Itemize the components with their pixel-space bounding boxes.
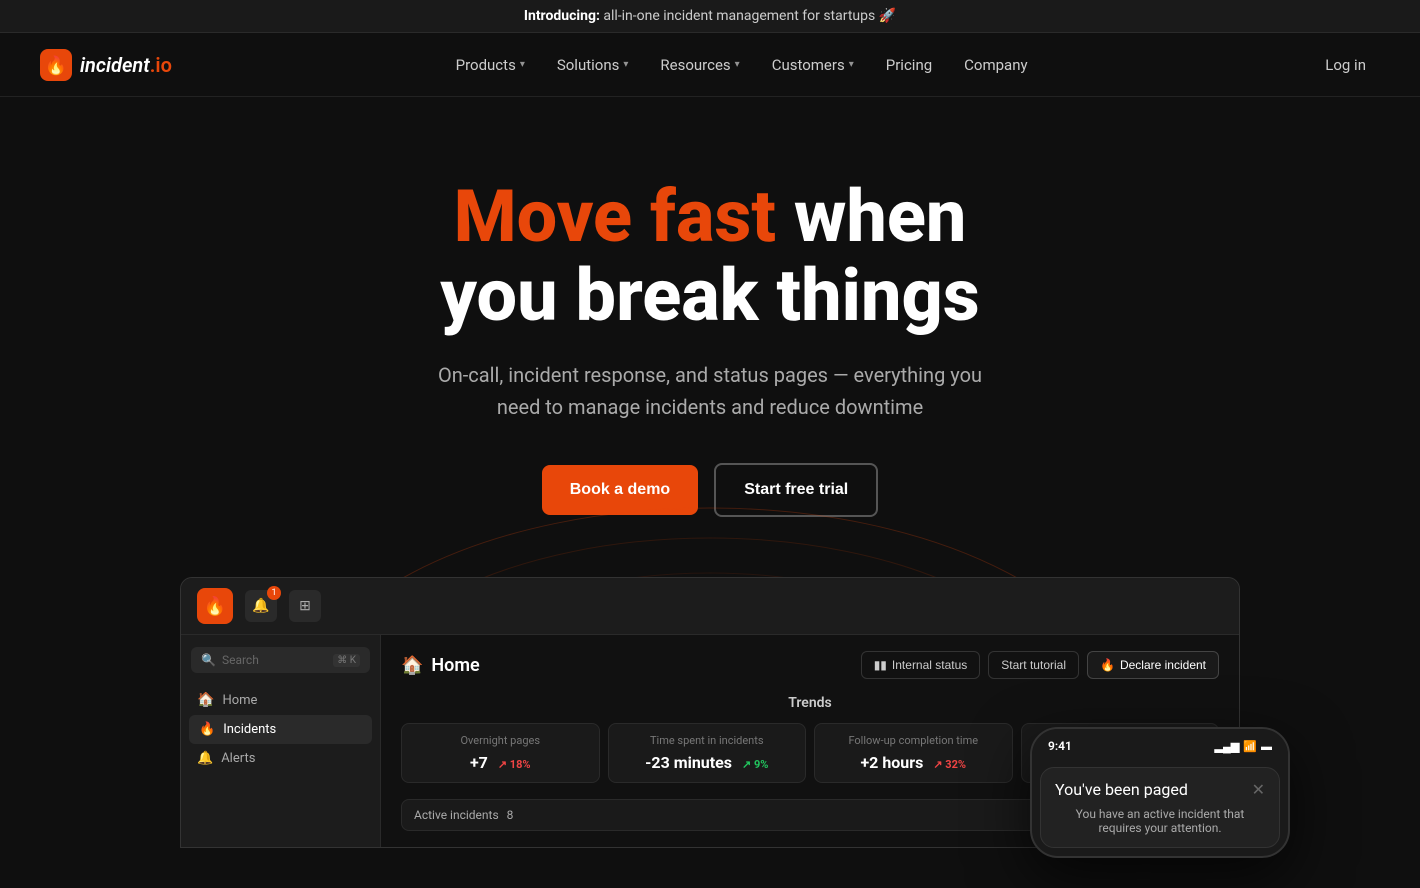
nav-item-resources[interactable]: Resources ▾	[646, 48, 753, 82]
banner-prefix: Introducing:	[524, 8, 600, 24]
nav-item-customers[interactable]: Customers ▾	[758, 48, 868, 82]
svg-text:🔥: 🔥	[45, 54, 67, 76]
phone-status-icons: ▂▄▆ 📶 ▬	[1215, 740, 1272, 753]
bell-icon: 🔔	[197, 751, 213, 766]
nav-item-company[interactable]: Company	[950, 48, 1041, 82]
search-shortcut: ⌘ K	[333, 654, 360, 667]
phone-notification: You've been paged ✕ You have an active i…	[1040, 767, 1280, 848]
phone-status-bar: 9:41 ▂▄▆ 📶 ▬	[1032, 729, 1288, 759]
phone-notif-close-button[interactable]: ✕	[1252, 780, 1265, 799]
hero-title: Move fast whenyou break things	[20, 177, 1400, 335]
dash-notification-button[interactable]: 🔔 1	[245, 590, 277, 622]
chart-icon: ▮▮	[874, 658, 887, 672]
chevron-down-icon: ▾	[849, 59, 854, 70]
hero-cta-buttons: Book a demo Start free trial	[20, 463, 1400, 517]
phone-time: 9:41	[1048, 739, 1072, 753]
logo[interactable]: 🔥 incident.io	[40, 49, 172, 81]
nav-item-solutions[interactable]: Solutions ▾	[543, 48, 643, 82]
wifi-icon: 📶	[1243, 740, 1257, 753]
dash-main-header: 🏠 Home ▮▮ Internal status Start tutorial…	[401, 651, 1219, 679]
phone-notif-body: You have an active incident that require…	[1055, 807, 1265, 835]
battery-icon: ▬	[1261, 740, 1272, 753]
trend-card-followup: Follow-up completion time +2 hours ↗ 32%	[814, 723, 1013, 783]
hero-section: Move fast whenyou break things On-call, …	[0, 97, 1420, 888]
dash-search-bar[interactable]: 🔍 Search ⌘ K	[191, 647, 370, 673]
hero-subtitle: On-call, incident response, and status p…	[430, 359, 990, 423]
book-demo-button[interactable]: Book a demo	[542, 465, 698, 515]
announcement-banner: Introducing: all-in-one incident managem…	[0, 0, 1420, 33]
sidebar-item-incidents[interactable]: 🔥 Incidents	[189, 715, 372, 744]
chevron-down-icon: ▾	[520, 59, 525, 70]
trend-card-overnight: Overnight pages +7 ↗ 18%	[401, 723, 600, 783]
phone-notif-header: You've been paged ✕	[1055, 780, 1265, 799]
start-tutorial-button[interactable]: Start tutorial	[988, 651, 1079, 679]
dash-header-actions: ▮▮ Internal status Start tutorial 🔥 Decl…	[861, 651, 1219, 679]
search-placeholder: Search	[222, 653, 259, 667]
dash-logo-button[interactable]: 🔥	[197, 588, 233, 624]
internal-status-button[interactable]: ▮▮ Internal status	[861, 651, 981, 679]
home-accent-icon: 🏠	[401, 655, 423, 676]
hero-title-highlight: Move fast	[454, 174, 776, 259]
chevron-down-icon: ▾	[623, 59, 628, 70]
chevron-down-icon: ▾	[735, 59, 740, 70]
nav-item-pricing[interactable]: Pricing	[872, 48, 946, 82]
start-trial-button[interactable]: Start free trial	[714, 463, 878, 517]
phone-notif-title: You've been paged	[1055, 780, 1188, 799]
banner-text: all-in-one incident management for start…	[600, 8, 896, 24]
declare-incident-button[interactable]: 🔥 Declare incident	[1087, 651, 1219, 679]
search-icon: 🔍	[201, 653, 216, 667]
dash-grid-button[interactable]: ⊞	[289, 590, 321, 622]
sidebar-item-alerts[interactable]: 🔔 Alerts	[181, 744, 380, 773]
sidebar-item-home[interactable]: 🏠 Home	[181, 685, 380, 715]
main-nav: 🔥 incident.io Products ▾ Solutions ▾ Res…	[0, 33, 1420, 97]
notification-badge: 1	[267, 586, 281, 600]
house-icon: 🏠	[197, 692, 214, 708]
signal-icon: ▂▄▆	[1215, 740, 1240, 753]
logo-text: incident.io	[80, 53, 172, 77]
fire-icon: 🔥	[199, 722, 215, 737]
logo-icon: 🔥	[40, 49, 72, 81]
trend-card-time-spent: Time spent in incidents -23 minutes ↗ 9%	[608, 723, 807, 783]
nav-links: Products ▾ Solutions ▾ Resources ▾ Custo…	[442, 48, 1042, 82]
dash-page-title: 🏠 Home	[401, 655, 480, 676]
nav-item-products[interactable]: Products ▾	[442, 48, 539, 82]
login-button[interactable]: Log in	[1311, 48, 1380, 82]
declare-icon: 🔥	[1100, 658, 1115, 672]
phone-mockup: 9:41 ▂▄▆ 📶 ▬ You've been paged ✕ You hav…	[1030, 727, 1290, 858]
dashboard-preview: 🔥 🔔 1 ⊞ 🔍 Search ⌘ K 🏠	[160, 577, 1260, 848]
trends-section-title: Trends	[401, 695, 1219, 711]
dashboard-sidebar: 🔍 Search ⌘ K 🏠 Home 🔥 Incidents 🔔	[181, 635, 381, 847]
dashboard-topbar: 🔥 🔔 1 ⊞	[181, 578, 1239, 635]
